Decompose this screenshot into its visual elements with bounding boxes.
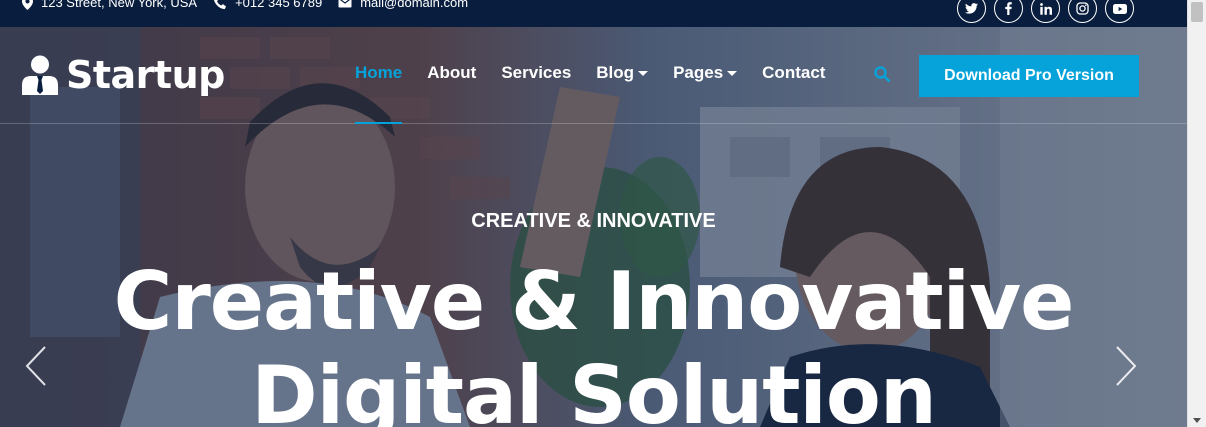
download-pro-button[interactable]: Download Pro Version <box>919 55 1139 97</box>
hero-title-line-2: Digital Solution <box>251 349 937 427</box>
youtube-icon[interactable] <box>1105 0 1134 23</box>
brand-logo[interactable]: Startup <box>22 53 225 97</box>
nav-item-label: Contact <box>762 63 826 82</box>
user-tie-icon <box>22 55 58 95</box>
phone-item: +012 345 6789 <box>213 0 322 10</box>
navbar: Startup Home About Services Blog Pages C… <box>0 27 1187 124</box>
phone-icon <box>214 0 227 9</box>
carousel-prev-icon[interactable] <box>24 345 48 392</box>
hero-carousel: Startup Home About Services Blog Pages C… <box>0 27 1187 427</box>
nav-item-label: Blog <box>596 63 635 82</box>
carousel-next-icon[interactable] <box>1114 345 1138 392</box>
instagram-icon[interactable] <box>1068 0 1097 23</box>
hero-subtitle: CREATIVE & INNOVATIVE <box>471 210 716 232</box>
scrollbar-thumb[interactable] <box>1191 2 1203 22</box>
phone-text: +012 345 6789 <box>235 0 323 10</box>
nav-item-pages[interactable]: Pages <box>673 63 738 83</box>
caret-down-icon <box>638 70 649 76</box>
search-icon[interactable] <box>874 66 891 87</box>
email-text: mail@domain.com <box>360 0 469 10</box>
caret-down-icon <box>727 70 738 76</box>
nav-item-label: Services <box>501 63 572 82</box>
social-links <box>957 0 1142 23</box>
address-item: 123 Street, New York, USA <box>22 0 197 10</box>
topbar: 123 Street, New York, USA +012 345 6789 … <box>0 0 1187 27</box>
facebook-icon[interactable] <box>994 0 1023 23</box>
main-nav: Home About Services Blog Pages Contact <box>355 63 850 124</box>
nav-item-label: Home <box>355 63 403 82</box>
nav-item-label: Pages <box>673 63 724 82</box>
nav-item-services[interactable]: Services <box>501 63 571 83</box>
scroll-down-arrow-icon[interactable] <box>1193 418 1201 423</box>
nav-item-home[interactable]: Home <box>355 63 403 124</box>
hero-title: Creative & Innovative Digital Solution <box>0 255 1187 427</box>
address-text: 123 Street, New York, USA <box>41 0 198 10</box>
topbar-contact: 123 Street, New York, USA +012 345 6789 … <box>22 0 484 10</box>
nav-item-about[interactable]: About <box>427 63 476 83</box>
vertical-scrollbar[interactable] <box>1187 0 1206 427</box>
envelope-icon <box>338 0 352 8</box>
email-item: mail@domain.com <box>338 0 468 10</box>
nav-item-contact[interactable]: Contact <box>762 63 825 83</box>
nav-item-label: About <box>427 63 477 82</box>
brand-name: Startup <box>66 53 225 97</box>
linkedin-icon[interactable] <box>1031 0 1060 23</box>
twitter-icon[interactable] <box>957 0 986 23</box>
hero-title-line-1: Creative & Innovative <box>113 255 1075 348</box>
map-marker-icon <box>22 0 33 10</box>
nav-item-blog[interactable]: Blog <box>596 63 649 83</box>
